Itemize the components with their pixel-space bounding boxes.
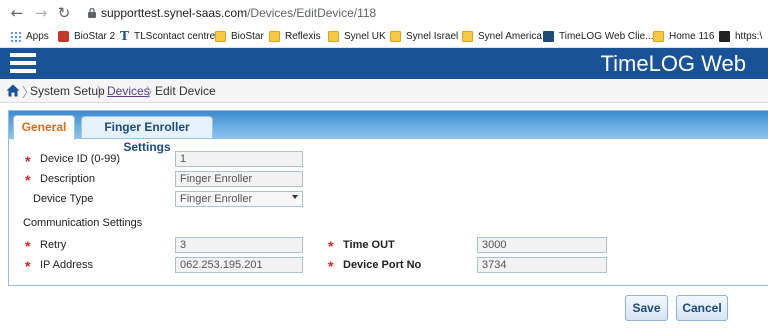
site-icon: [719, 31, 730, 42]
retry-label: Retry: [40, 239, 67, 251]
bookmark-biostar2[interactable]: BioStar 2: [58, 30, 115, 44]
breadcrumb: 〉 System Setup 〉 Devices 〉 Edit Device: [0, 79, 768, 103]
app-header: TimeLOG Web: [0, 48, 768, 79]
device-form: * Device ID (0-99) * Description Device …: [9, 139, 768, 287]
required-marker: *: [25, 153, 31, 169]
url-path: /Devices/EditDevice/118: [247, 6, 377, 20]
required-marker: *: [25, 172, 31, 188]
save-button[interactable]: Save: [625, 295, 668, 321]
folder-icon: [462, 31, 473, 42]
hamburger-menu-icon[interactable]: [10, 53, 36, 74]
bookmark-synel-america[interactable]: Synel America: [462, 30, 542, 44]
required-marker: *: [25, 238, 31, 254]
device-port-label: Device Port No: [343, 259, 422, 271]
folder-icon: [390, 31, 401, 42]
bookmark-label: Reflexis: [285, 31, 321, 42]
forward-arrow-icon[interactable]: →: [32, 4, 50, 22]
bookmark-timelog-web[interactable]: TimeLOG Web Clie...: [543, 30, 653, 44]
bookmark-label: Home 116: [669, 31, 715, 42]
cancel-button[interactable]: Cancel: [676, 295, 728, 321]
bookmark-label: TLScontact centre: [134, 31, 216, 42]
required-marker: *: [328, 258, 334, 274]
device-id-input[interactable]: [175, 151, 303, 167]
communication-settings-heading: Communication Settings: [23, 217, 143, 229]
bookmark-label: Synel America: [478, 31, 542, 42]
tlscontact-icon: T: [120, 29, 129, 43]
folder-icon: [328, 31, 339, 42]
ip-address-label: IP Address: [40, 259, 93, 271]
home-icon[interactable]: [6, 84, 20, 97]
app-title: TimeLOG Web: [600, 51, 746, 76]
tab-bar: General Finger Enroller Settings: [9, 111, 768, 154]
breadcrumb-edit-device: Edit Device: [155, 84, 216, 98]
folder-icon: [215, 31, 226, 42]
edit-device-panel: General Finger Enroller Settings * Devic…: [8, 110, 768, 286]
breadcrumb-devices-link[interactable]: Devices: [107, 84, 150, 98]
url-field[interactable]: supporttest.synel-saas.com/Devices/EditD…: [101, 6, 376, 20]
device-type-select[interactable]: Finger Enroller: [175, 191, 303, 207]
required-marker: *: [328, 238, 334, 254]
bookmark-home-116[interactable]: Home 116: [653, 30, 714, 44]
bookmark-synel-israel[interactable]: Synel Israel: [390, 30, 458, 44]
back-arrow-icon[interactable]: ←: [8, 4, 26, 22]
biostar-icon: [58, 31, 69, 42]
bookmark-tlscontact[interactable]: T TLScontact centre: [120, 30, 215, 44]
description-label: Description: [40, 173, 96, 185]
bookmark-label: Apps: [26, 31, 49, 42]
device-id-label: Device ID (0-99): [40, 153, 121, 165]
ip-address-input[interactable]: [175, 257, 303, 273]
device-port-input[interactable]: [477, 257, 607, 273]
bookmark-label: Synel UK: [344, 31, 386, 42]
retry-input[interactable]: [175, 237, 303, 253]
apps-grid-icon: [10, 31, 21, 42]
bookmark-label: BioStar: [231, 31, 264, 42]
timelog-icon: [543, 31, 554, 42]
folder-icon: [269, 31, 280, 42]
bookmarks-bar: Apps BioStar 2 T TLScontact centre BioSta…: [0, 26, 768, 48]
dropdown-arrow-icon: [292, 195, 298, 199]
bookmark-synel-uk[interactable]: Synel UK: [328, 30, 386, 44]
device-type-value: Finger Enroller: [180, 193, 253, 205]
tab-general[interactable]: General: [13, 115, 75, 140]
description-input[interactable]: [175, 171, 303, 187]
bookmark-https[interactable]: https:\: [719, 30, 762, 44]
device-type-label: Device Type: [33, 193, 94, 205]
bookmark-label: Synel Israel: [406, 31, 459, 42]
time-out-input[interactable]: [477, 237, 607, 253]
bookmark-reflexis[interactable]: Reflexis: [269, 30, 321, 44]
bookmark-label: TimeLOG Web Clie...: [559, 31, 654, 42]
time-out-label: Time OUT: [343, 239, 395, 251]
bookmark-label: BioStar 2: [74, 31, 116, 42]
tab-finger-enroller-settings[interactable]: Finger Enroller Settings: [81, 116, 213, 154]
bookmark-label: https:\: [735, 31, 763, 42]
bookmark-apps[interactable]: Apps: [10, 30, 49, 44]
reload-icon[interactable]: ↻: [55, 4, 73, 22]
browser-address-bar: ← → ↻ supporttest.synel-saas.com/Devices…: [0, 0, 768, 26]
breadcrumb-system-setup[interactable]: System Setup: [30, 84, 105, 98]
bookmark-biostar[interactable]: BioStar: [215, 30, 264, 44]
url-host: supporttest.synel-saas.com: [101, 6, 248, 20]
folder-icon: [653, 31, 664, 42]
lock-icon: [88, 7, 96, 18]
required-marker: *: [25, 258, 31, 274]
